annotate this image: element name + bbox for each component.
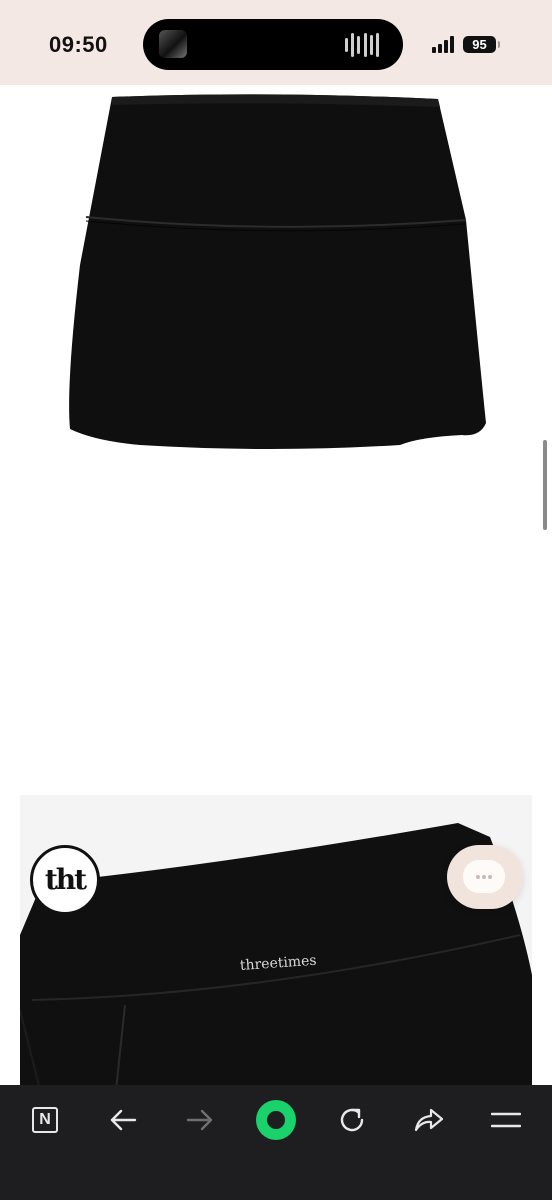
- waveform-icon: [345, 33, 379, 57]
- menu-button[interactable]: [483, 1100, 529, 1140]
- scrollbar[interactable]: [543, 440, 547, 530]
- product-image-closeup[interactable]: [20, 795, 532, 1090]
- hamburger-icon: [491, 1112, 521, 1128]
- forward-button[interactable]: [177, 1100, 223, 1140]
- green-dot-button[interactable]: [253, 1100, 299, 1140]
- arrow-right-icon: [186, 1109, 213, 1131]
- dynamic-island[interactable]: [143, 19, 403, 70]
- chat-bubble-icon: [463, 860, 505, 893]
- chat-button[interactable]: [447, 845, 523, 909]
- home-button[interactable]: N: [22, 1100, 68, 1140]
- battery-tip: [498, 41, 500, 48]
- brand-logo: tht: [30, 845, 100, 915]
- album-art-icon: [159, 30, 187, 58]
- product-image-skirt[interactable]: [0, 85, 552, 485]
- green-circle-icon: [256, 1100, 296, 1140]
- reload-button[interactable]: [329, 1100, 375, 1140]
- share-button[interactable]: [406, 1100, 452, 1140]
- cellular-signal-icon: [432, 35, 458, 53]
- battery-icon: 95: [463, 36, 496, 53]
- reload-icon: [340, 1108, 364, 1132]
- share-icon: [414, 1108, 444, 1132]
- status-bar: 09:50 95: [0, 0, 552, 85]
- n-logo-icon: N: [32, 1107, 58, 1133]
- brand-logo-text: tht: [44, 863, 87, 896]
- status-time: 09:50: [49, 32, 108, 57]
- arrow-left-icon: [110, 1109, 137, 1131]
- back-button[interactable]: [100, 1100, 146, 1140]
- closeup-photo: [20, 823, 532, 1090]
